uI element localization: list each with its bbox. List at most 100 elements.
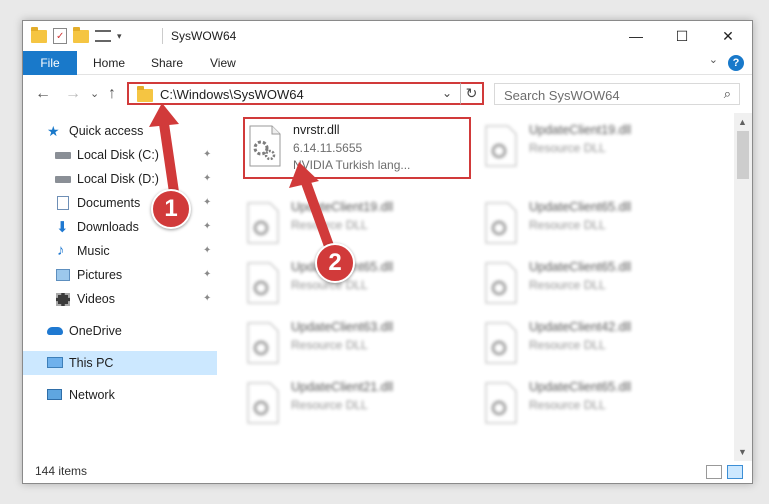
up-button[interactable]: ↑ [108,85,116,103]
file-version: 6.14.11.5655 [293,141,363,155]
videos-icon [56,293,70,306]
recent-locations-button[interactable]: ⌄ [90,87,99,100]
file-description: Resource DLL [529,278,606,292]
pin-icon: ✦ [203,221,212,232]
window-title: SysWOW64 [171,29,237,43]
sidebar-item-music[interactable]: ♪ Music ✦ [23,239,217,263]
search-input[interactable]: Search SysWOW64 ⌕ [494,83,740,105]
tab-home[interactable]: Home [93,51,125,75]
file-name: UpdateClient21.dll [291,380,394,394]
pin-icon: ✦ [203,245,212,256]
pc-icon [47,357,63,368]
chevron-down-icon[interactable]: ⌄ [442,86,452,100]
list-item[interactable]: UpdateClient63.dll Resource DLL [243,316,468,374]
address-bar[interactable]: C:\Windows\SysWOW64 ⌄ [127,82,460,105]
sidebar-item-label: Quick access [69,124,144,138]
sidebar-item-label: Videos [77,292,115,306]
sidebar-item-label: This PC [69,356,114,370]
file-name: UpdateClient19.dll [529,123,632,137]
list-item[interactable]: UpdateClient19.dll Resource DLL [243,196,468,254]
sidebar-item-label: Local Disk (C:) [77,148,159,162]
sidebar-item-local-disk-d[interactable]: Local Disk (D:) ✦ [23,167,217,191]
sidebar-item-pictures[interactable]: Pictures ✦ [23,263,217,287]
step-marker-2: 2 [315,243,355,283]
list-item[interactable]: UpdateClient65.dll Resource DLL [481,376,706,434]
tab-file[interactable]: File [23,51,77,75]
refresh-button[interactable]: ↻ [460,82,484,105]
maximize-button[interactable]: ☐ [659,21,705,51]
divider [162,28,163,44]
list-item[interactable]: UpdateClient65.dll Resource DLL [243,256,468,314]
file-name: UpdateClient65.dll [529,380,632,394]
pin-icon: ✦ [203,197,212,208]
sidebar-item-local-disk-c[interactable]: Local Disk (C:) ✦ [23,143,217,167]
pin-icon: ✦ [203,293,212,304]
new-folder-icon[interactable] [73,26,89,43]
sidebar-item-quick-access[interactable]: ★ Quick access [23,119,217,143]
navigation-pane: ★ Quick access Local Disk (C:) ✦ Local D… [23,113,219,453]
star-icon: ★ [47,123,60,139]
music-icon: ♪ [57,242,65,259]
help-icon[interactable]: ? [728,55,744,71]
drive-icon [55,152,71,159]
properties-icon[interactable]: ✓ [53,28,67,44]
dll-file-icon [485,382,517,424]
details-view-icon[interactable] [706,465,722,479]
dll-file-icon [247,262,279,304]
file-name: nvrstr.dll [293,123,340,137]
dll-file-icon [485,202,517,244]
navigation-bar: ← → ⌄ ↑ C:\Windows\SysWOW64 ⌄ ↻ Search S… [23,75,752,113]
tab-view[interactable]: View [210,51,236,75]
list-item[interactable]: UpdateClient65.dll Resource DLL [481,196,706,254]
search-placeholder: Search SysWOW64 [504,88,620,103]
file-name: UpdateClient65.dll [529,260,632,274]
file-description: Resource DLL [291,218,368,232]
file-list: nvrstr.dll 6.14.11.5655 NVIDIA Turkish l… [241,113,733,461]
sidebar-item-label: Network [69,388,115,402]
network-icon [47,389,62,400]
sidebar-item-videos[interactable]: Videos ✦ [23,287,217,311]
scrollbar-thumb[interactable] [737,131,749,179]
view-options-icon[interactable] [95,30,111,42]
sidebar-item-label: Documents [77,196,141,210]
sidebar-item-onedrive[interactable]: OneDrive [23,319,217,343]
close-button[interactable]: ✕ [705,21,751,51]
forward-button[interactable]: → [65,85,81,103]
dll-file-icon [247,202,279,244]
file-description: Resource DLL [291,338,368,352]
list-item[interactable]: UpdateClient65.dll Resource DLL [481,256,706,314]
list-item-nvrstr[interactable]: nvrstr.dll 6.14.11.5655 NVIDIA Turkish l… [243,117,471,179]
file-description: Resource DLL [529,218,606,232]
search-icon: ⌕ [723,86,731,101]
pictures-icon [56,269,70,281]
pin-icon: ✦ [203,149,212,160]
chevron-down-icon[interactable]: ⌄ [709,53,718,66]
downloads-icon: ⬇ [56,219,69,236]
status-bar: 144 items [23,461,752,483]
address-path: C:\Windows\SysWOW64 [160,87,304,102]
scroll-up-icon[interactable]: ▲ [738,117,747,127]
sidebar-item-this-pc[interactable]: This PC [23,351,217,375]
tiles-view-icon[interactable] [727,465,743,479]
list-item[interactable]: UpdateClient21.dll Resource DLL [243,376,468,434]
chevron-down-icon[interactable]: ▾ [117,31,122,42]
scroll-down-icon[interactable]: ▼ [738,447,747,457]
title-bar: ✓ ▾ SysWOW64 — ☐ ✕ [23,21,752,51]
documents-icon [57,196,69,210]
dll-file-icon [485,262,517,304]
tab-share[interactable]: Share [151,51,183,75]
folder-icon [137,86,153,102]
file-description: NVIDIA Turkish lang... [293,158,411,172]
ribbon-tabs: File Home Share View ⌄ ? [23,51,752,75]
dll-file-icon [249,125,281,167]
vertical-scrollbar[interactable]: ▲ ▼ [734,113,752,461]
file-name: UpdateClient42.dll [529,320,632,334]
list-item[interactable]: UpdateClient19.dll Resource DLL [481,119,706,177]
minimize-button[interactable]: — [613,21,659,51]
cloud-icon [47,327,63,335]
list-item[interactable]: UpdateClient42.dll Resource DLL [481,316,706,374]
file-description: Resource DLL [291,398,368,412]
back-button[interactable]: ← [35,85,51,103]
sidebar-item-network[interactable]: Network [23,383,217,407]
dll-file-icon [247,382,279,424]
